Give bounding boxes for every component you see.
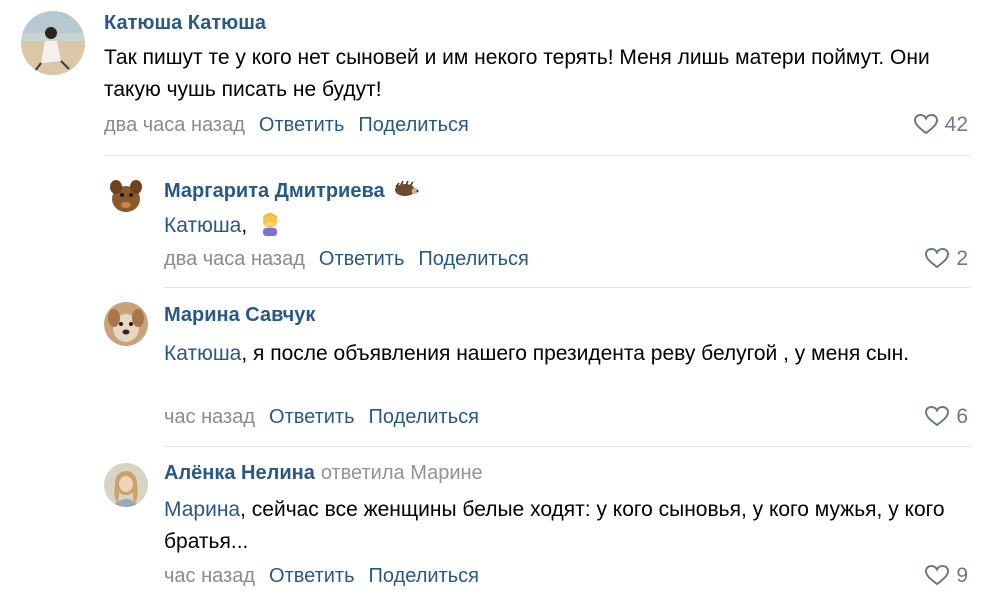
mention-link[interactable]: Марина — [164, 498, 240, 521]
avatar[interactable] — [104, 173, 148, 217]
comment: Марина Савчук Катюша, я после объявления… — [0, 290, 1000, 445]
mention-link[interactable]: Катюша — [164, 342, 241, 365]
comment-text: Катюша, я после объявления нашего презид… — [164, 338, 969, 370]
comment-body: , я после объявления нашего президента р… — [241, 342, 910, 365]
comment-body: , — [241, 214, 248, 237]
author-name[interactable]: Маргарита Дмитриева — [164, 180, 385, 202]
heart-icon — [913, 113, 938, 135]
avatar[interactable] — [21, 11, 85, 75]
comment-author[interactable]: Катюша Катюша — [104, 12, 266, 35]
like-button[interactable]: 42 — [913, 113, 968, 137]
hedgehog-icon — [393, 180, 419, 203]
comment-meta: час назад Ответить Поделиться — [164, 406, 479, 429]
reply-button[interactable]: Ответить — [269, 565, 355, 587]
like-button[interactable]: 9 — [924, 564, 968, 588]
comment-time: два часа назад — [104, 114, 245, 136]
reply-button[interactable]: Ответить — [259, 114, 345, 136]
comment-time: час назад — [164, 565, 256, 587]
comment-author[interactable]: Маргарита Дмитриева — [164, 180, 419, 203]
comment-body: Так пишут те у кого нет сыновей и им нек… — [104, 46, 930, 101]
divider — [164, 446, 970, 447]
like-count: 2 — [956, 247, 968, 270]
comment-meta: два часа назад Ответить Поделиться — [164, 248, 529, 271]
author-name[interactable]: Алёнка Нелина — [164, 462, 315, 484]
author-name[interactable]: Марина Савчук — [164, 304, 315, 326]
author-name[interactable]: Катюша Катюша — [104, 12, 266, 34]
comment-author[interactable]: Алёнка Нелина ответила Марине — [164, 462, 483, 485]
comment-meta: два часа назад Ответить Поделиться — [104, 114, 469, 137]
divider — [164, 287, 970, 288]
avatar-photo-icon — [104, 463, 148, 507]
comment-text: Так пишут те у кого нет сыновей и им нек… — [104, 42, 954, 106]
reply-button[interactable]: Ответить — [269, 406, 355, 428]
share-button[interactable]: Поделиться — [369, 406, 479, 428]
like-button[interactable]: 6 — [924, 405, 968, 429]
share-button[interactable]: Поделиться — [418, 248, 528, 270]
heart-icon — [925, 564, 950, 586]
divider — [104, 155, 970, 156]
avatar[interactable] — [104, 463, 148, 507]
reply-button[interactable]: Ответить — [319, 248, 405, 270]
comment-time: два часа назад — [164, 248, 305, 270]
comment: Маргарита Дмитриева Катюша, два часа наз… — [0, 160, 1000, 290]
avatar-photo-icon — [21, 11, 85, 75]
heart-icon — [925, 405, 950, 427]
avatar[interactable] — [104, 302, 148, 346]
mention-link[interactable]: Катюша — [164, 214, 241, 237]
comment-text: Катюша, — [164, 210, 954, 246]
comment: Катюша Катюша Так пишут те у кого нет сы… — [0, 0, 1000, 160]
like-count: 9 — [956, 564, 968, 587]
like-count: 6 — [956, 405, 968, 428]
comment-meta: час назад Ответить Поделиться — [164, 565, 479, 588]
heart-icon — [925, 247, 950, 269]
comment-author[interactable]: Марина Савчук — [164, 304, 315, 327]
share-button[interactable]: Поделиться — [358, 114, 468, 136]
avatar-photo-icon — [104, 173, 148, 217]
reply-to-link[interactable]: ответила Марине — [321, 462, 483, 484]
person-facepalm-icon — [257, 210, 283, 246]
comment-body: , сейчас все женщины белые ходят: у кого… — [164, 498, 945, 553]
share-button[interactable]: Поделиться — [369, 565, 479, 587]
avatar-photo-icon — [104, 302, 148, 346]
comment-time: час назад — [164, 406, 256, 428]
comment-text: Марина, сейчас все женщины белые ходят: … — [164, 494, 954, 558]
comment: Алёнка Нелина ответила Марине Марина, сей… — [0, 448, 1000, 601]
like-button[interactable]: 2 — [924, 247, 968, 271]
like-count: 42 — [944, 113, 968, 136]
